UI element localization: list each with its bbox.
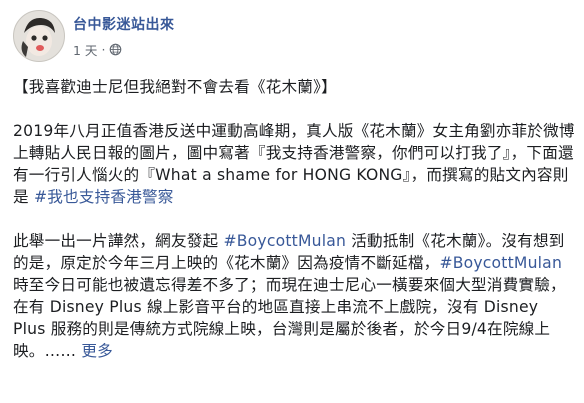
post-timestamp[interactable]: 1 天 <box>73 40 97 59</box>
facebook-post: 台中影迷站出來 1 天 · 【我喜歡迪士尼但我絕對不會去看《花木蘭》】 2019年… <box>0 0 584 403</box>
hashtag-link[interactable]: #BoycottMulan <box>223 232 346 250</box>
globe-icon[interactable] <box>109 43 122 56</box>
post-text: 此舉一出一片譁然，網友發起 <box>13 232 224 250</box>
post-body: 【我喜歡迪士尼但我絕對不會去看《花木蘭》】 2019年八月正值香港反送中運動高峰期… <box>13 76 575 362</box>
post-paragraph: 此舉一出一片譁然，網友發起 #BoycottMulan 活動抵制《花木蘭》。沒有… <box>13 230 575 362</box>
see-more-link[interactable]: 更多 <box>76 342 113 360</box>
post-paragraph: 【我喜歡迪士尼但我絕對不會去看《花木蘭》】 <box>13 76 575 98</box>
post-paragraph: 2019年八月正值香港反送中運動高峰期，真人版《花木蘭》女主角劉亦菲於微博上轉貼… <box>13 120 575 208</box>
hashtag-link[interactable]: #我也支持香港警察 <box>34 188 174 206</box>
author-name[interactable]: 台中影迷站出來 <box>73 14 175 34</box>
hashtag-link[interactable]: #BoycottMulan <box>439 254 562 272</box>
post-header: 台中影迷站出來 1 天 · <box>13 10 573 62</box>
post-text: 【我喜歡迪士尼但我絕對不會去看《花木蘭》】 <box>13 78 337 96</box>
author-avatar[interactable] <box>13 10 65 62</box>
post-meta: 1 天 · <box>73 40 122 59</box>
meta-separator: · <box>101 42 106 57</box>
